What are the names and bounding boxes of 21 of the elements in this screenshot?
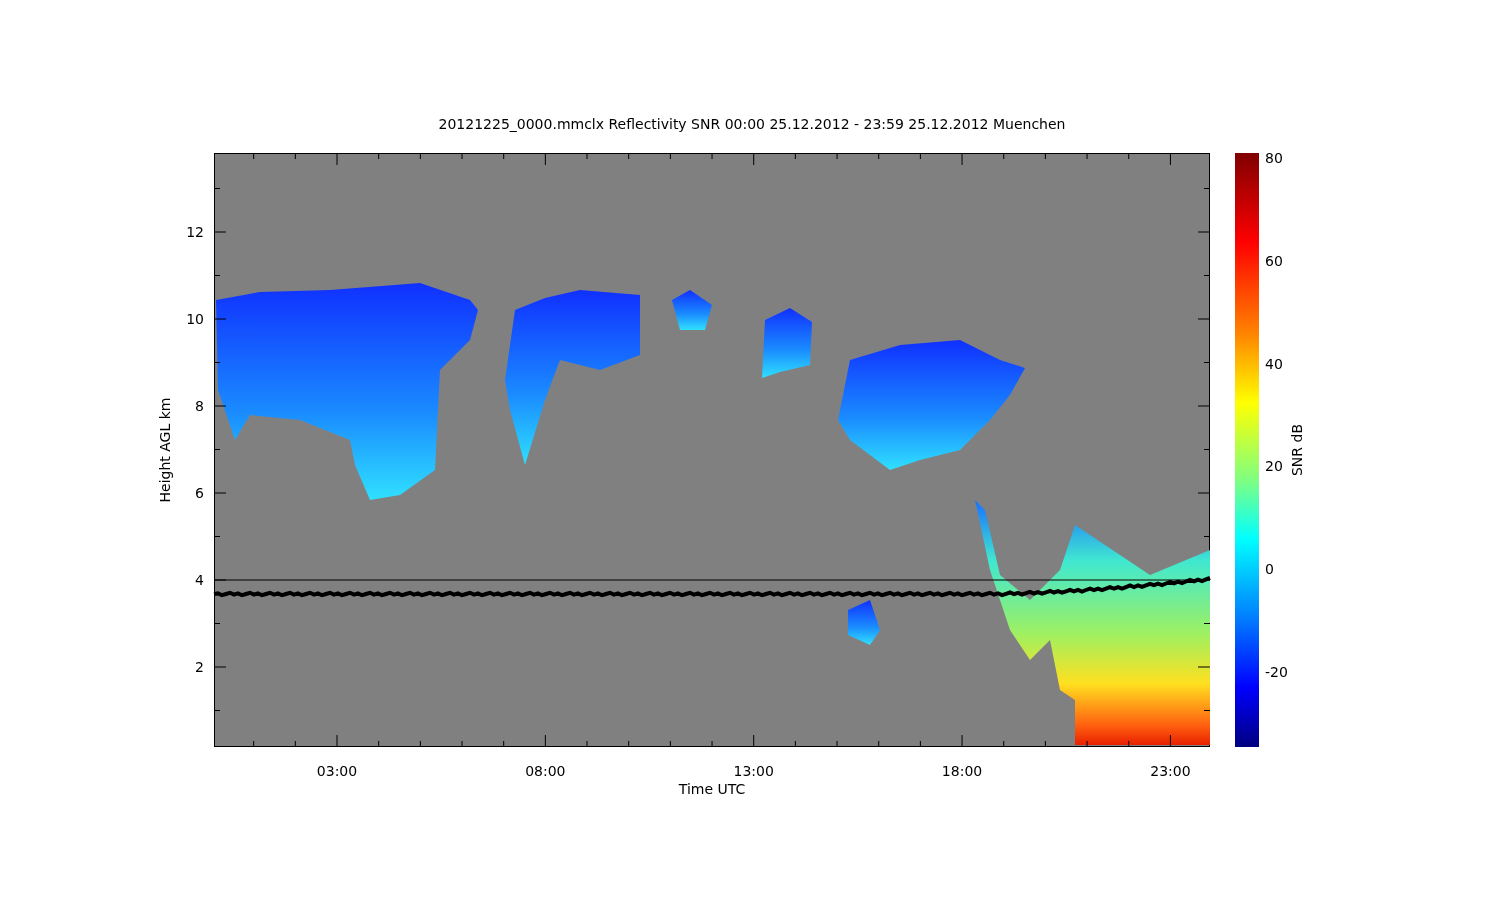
tick-label: 4 (194, 572, 204, 588)
tick-label: 8 (194, 398, 204, 414)
axis-label: Height AGL km (157, 397, 173, 503)
tick-label: 2 (194, 659, 204, 675)
axis-label: Time UTC (678, 781, 746, 797)
tick-label: 03:00 (316, 763, 358, 779)
tick-label: 20 (1265, 458, 1283, 475)
tick-label: 0 (1265, 561, 1274, 578)
tick-label: 12 (185, 224, 204, 240)
tick-label: 23:00 (1150, 763, 1191, 779)
tick-label: 80 (1265, 150, 1283, 166)
tick-label: 40 (1265, 355, 1283, 372)
tick-label: 08:00 (525, 763, 566, 779)
tick-label: 6 (194, 485, 204, 501)
tick-label: 60 (1265, 252, 1283, 269)
tick-label: 13:00 (733, 763, 774, 779)
plot-title: 20121225_0000.mmclx Reflectivity SNR 00:00 25.12.2012 - 23:59 25.12.2012 Muenchen (437, 116, 1067, 132)
tick-label: 18:00 (941, 763, 983, 779)
axis-label: SNR dB (1289, 424, 1305, 476)
tick-label: -20 (1265, 664, 1288, 680)
tick-label: 10 (185, 311, 204, 327)
